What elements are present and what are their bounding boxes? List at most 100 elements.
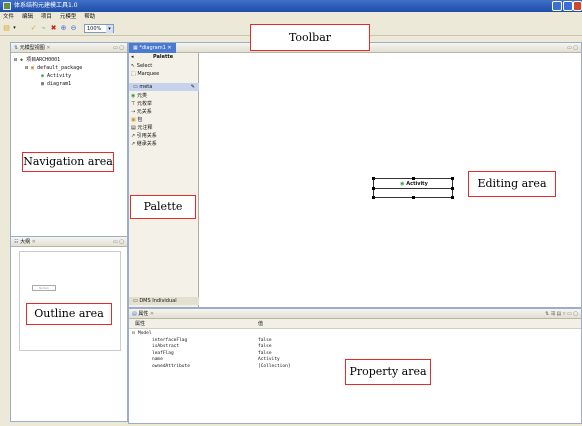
navigation-panel-header: ⇅ 元模型视图 ✕ ▭ ▢ [11,43,127,53]
resize-handle[interactable] [451,196,454,199]
palette-section-individual[interactable]: ▭ DMS Individual [129,297,199,305]
property-key: ownedAttribute [152,363,190,369]
property-value[interactable]: [Collection] [258,364,291,371]
palette-item-label: 元关系 [136,109,152,115]
properties-panel-header: ▤ 属性 ✕ ⇅ ⇶ ▤ ▿ ▭ ▢ [129,309,581,319]
activity-node[interactable]: ◉ Activity [372,177,454,199]
properties-tab[interactable]: 属性 [138,311,148,317]
column-property: 属性 [135,321,146,327]
column-value: 值 [258,321,264,327]
outline-thumbnail[interactable]: Node1 [19,251,121,351]
palette-tool-label: Marquee [137,71,160,77]
menu-project[interactable]: 项目 [38,12,55,22]
new-icon[interactable]: ▤ [3,25,10,32]
activity-node-header: ◉ Activity [374,181,454,187]
navigation-panel: ⇅ 元模型视图 ✕ ▭ ▢ ⊟ ◆ 项目ARCH0001 ⊟ ▣ default… [10,42,128,237]
maximize-button[interactable] [563,1,573,11]
palette-item-label: 元注释 [137,125,153,131]
resize-handle[interactable] [451,187,454,190]
diagram-icon: ▦ [41,81,45,87]
tree-item-package[interactable]: ⊟ ▣ default_package [25,65,82,72]
toolbar-area-label: Toolbar [250,24,370,51]
minimize-button[interactable] [552,1,562,11]
outline-panel-header: ☷ 大纲 ✕ ▭ ▢ [11,237,127,247]
app-icon [3,2,11,10]
resize-handle[interactable] [372,196,375,199]
palette-tool-marquee[interactable]: ⬚ Marquee [131,71,159,78]
menu-file[interactable]: 文件 [0,12,17,22]
zoom-in-icon[interactable]: ⊕ [60,25,67,32]
palette-item-comment[interactable]: ▤ 元注释 [131,125,152,132]
collapse-icon[interactable]: ⊟ [25,65,28,71]
tree-item-project[interactable]: ⊟ ◆ 项目ARCH0001 [14,57,60,64]
palette-arrow-icon[interactable]: ◂ [131,53,134,61]
palette-item-label: 元枚举 [136,101,152,107]
palette-item-label: 元类 [136,93,147,99]
resize-handle[interactable] [372,187,375,190]
new-dropdown-icon[interactable]: ▾ [11,25,18,32]
palette-item-label: 继承关系 [136,141,157,147]
pin-icon[interactable]: ✎ [191,83,195,91]
outline-node-thumb: Node1 [32,285,56,291]
chevron-down-icon[interactable]: ▾ [106,25,113,33]
palette-section-label: meta [139,84,153,90]
editor-tab[interactable]: ▦ *diagram1 ✕ [129,43,176,53]
tree-item-diagram[interactable]: ▦ diagram1 [41,81,71,88]
validate-icon[interactable]: ✓ [30,25,37,32]
navigation-tab[interactable]: 元模型视图 [20,45,45,51]
palette-title: Palette [153,54,174,60]
palette-tool-select[interactable]: ↖ Select [131,63,152,70]
palette-item-inheritance[interactable]: ↗ 继承关系 [131,141,157,148]
close-tab-icon[interactable]: ✕ [166,45,171,51]
app-title: 体系结构元建模工具1.0 [14,2,78,9]
menu-edit[interactable]: 编辑 [19,12,36,22]
palette-item-package[interactable]: ▣ 包 [131,117,142,124]
minimize-maximize-icon[interactable]: ▭ ▢ [113,237,124,247]
properties-table-header: 属性 值 [129,319,581,329]
palette-area-label: Palette [130,195,196,219]
menu-help[interactable]: 帮助 [81,12,98,22]
zoom-select[interactable]: 100% ▾ [84,24,114,33]
title-bar: 体系结构元建模工具1.0 [0,0,582,12]
collapse-icon[interactable]: ⊟ [14,57,17,63]
resize-handle[interactable] [412,196,415,199]
editor-tab-label: *diagram1 [139,45,166,51]
editing-canvas[interactable]: ◉ Activity Editing area [200,53,581,307]
tree-item-label: Activity [47,73,72,79]
tree-item-label: diagram1 [47,81,72,87]
editor-panel: ▦ *diagram1 ✕ ▭ ▢ Palette ◂ ↖ Select ⬚ M… [128,42,582,308]
close-tab-icon[interactable]: ✕ [148,311,154,317]
palette-tool-label: Select [136,63,153,69]
palette-item-relation[interactable]: ⇢ 元关系 [131,109,152,116]
resize-handle[interactable] [412,177,415,180]
palette-section-label: DMS Individual [139,298,177,304]
minimize-maximize-icon[interactable]: ▭ ▢ [113,43,124,53]
resize-handle[interactable] [372,177,375,180]
minimize-maximize-icon[interactable]: ▭ ▢ [567,43,578,53]
delete-icon[interactable]: ✖ [50,25,57,32]
outline-tab[interactable]: 大纲 [20,239,30,245]
properties-toolbar-icons[interactable]: ⇅ ⇶ ▤ ▿ ▭ ▢ [545,309,578,319]
class-icon: ◉ [41,73,45,79]
close-tab-icon[interactable]: ✕ [30,239,36,245]
tree-item-label: default_package [37,65,83,71]
palette-item-class[interactable]: ◉ 元类 [131,93,147,100]
menu-metamodel[interactable]: 元模型 [57,12,80,22]
palette-item-reference[interactable]: ↗ 引用关系 [131,133,157,140]
project-icon: ◆ [20,57,24,63]
outline-area-label: Outline area [26,303,112,325]
zoom-out-icon[interactable]: ⊖ [70,25,77,32]
resize-handle[interactable] [451,177,454,180]
palette-item-enum[interactable]: ⊤ 元枚举 [131,101,152,108]
palette-section-meta[interactable]: ▭ meta ✎ [129,83,199,91]
close-button[interactable] [573,1,582,11]
activity-node-label: Activity [406,181,428,187]
palette-item-label: 包 [137,117,143,123]
tree-item-activity[interactable]: ◉ Activity [41,73,71,80]
tree-item-label: 项目ARCH0001 [26,57,61,63]
menu-bar: 文件 编辑 项目 元模型 帮助 [0,12,582,22]
palette-item-label: 引用关系 [136,133,157,139]
link-icon[interactable]: ⌁ [40,25,47,32]
property-area-label: Property area [345,359,431,385]
close-tab-icon[interactable]: ✕ [45,45,50,51]
